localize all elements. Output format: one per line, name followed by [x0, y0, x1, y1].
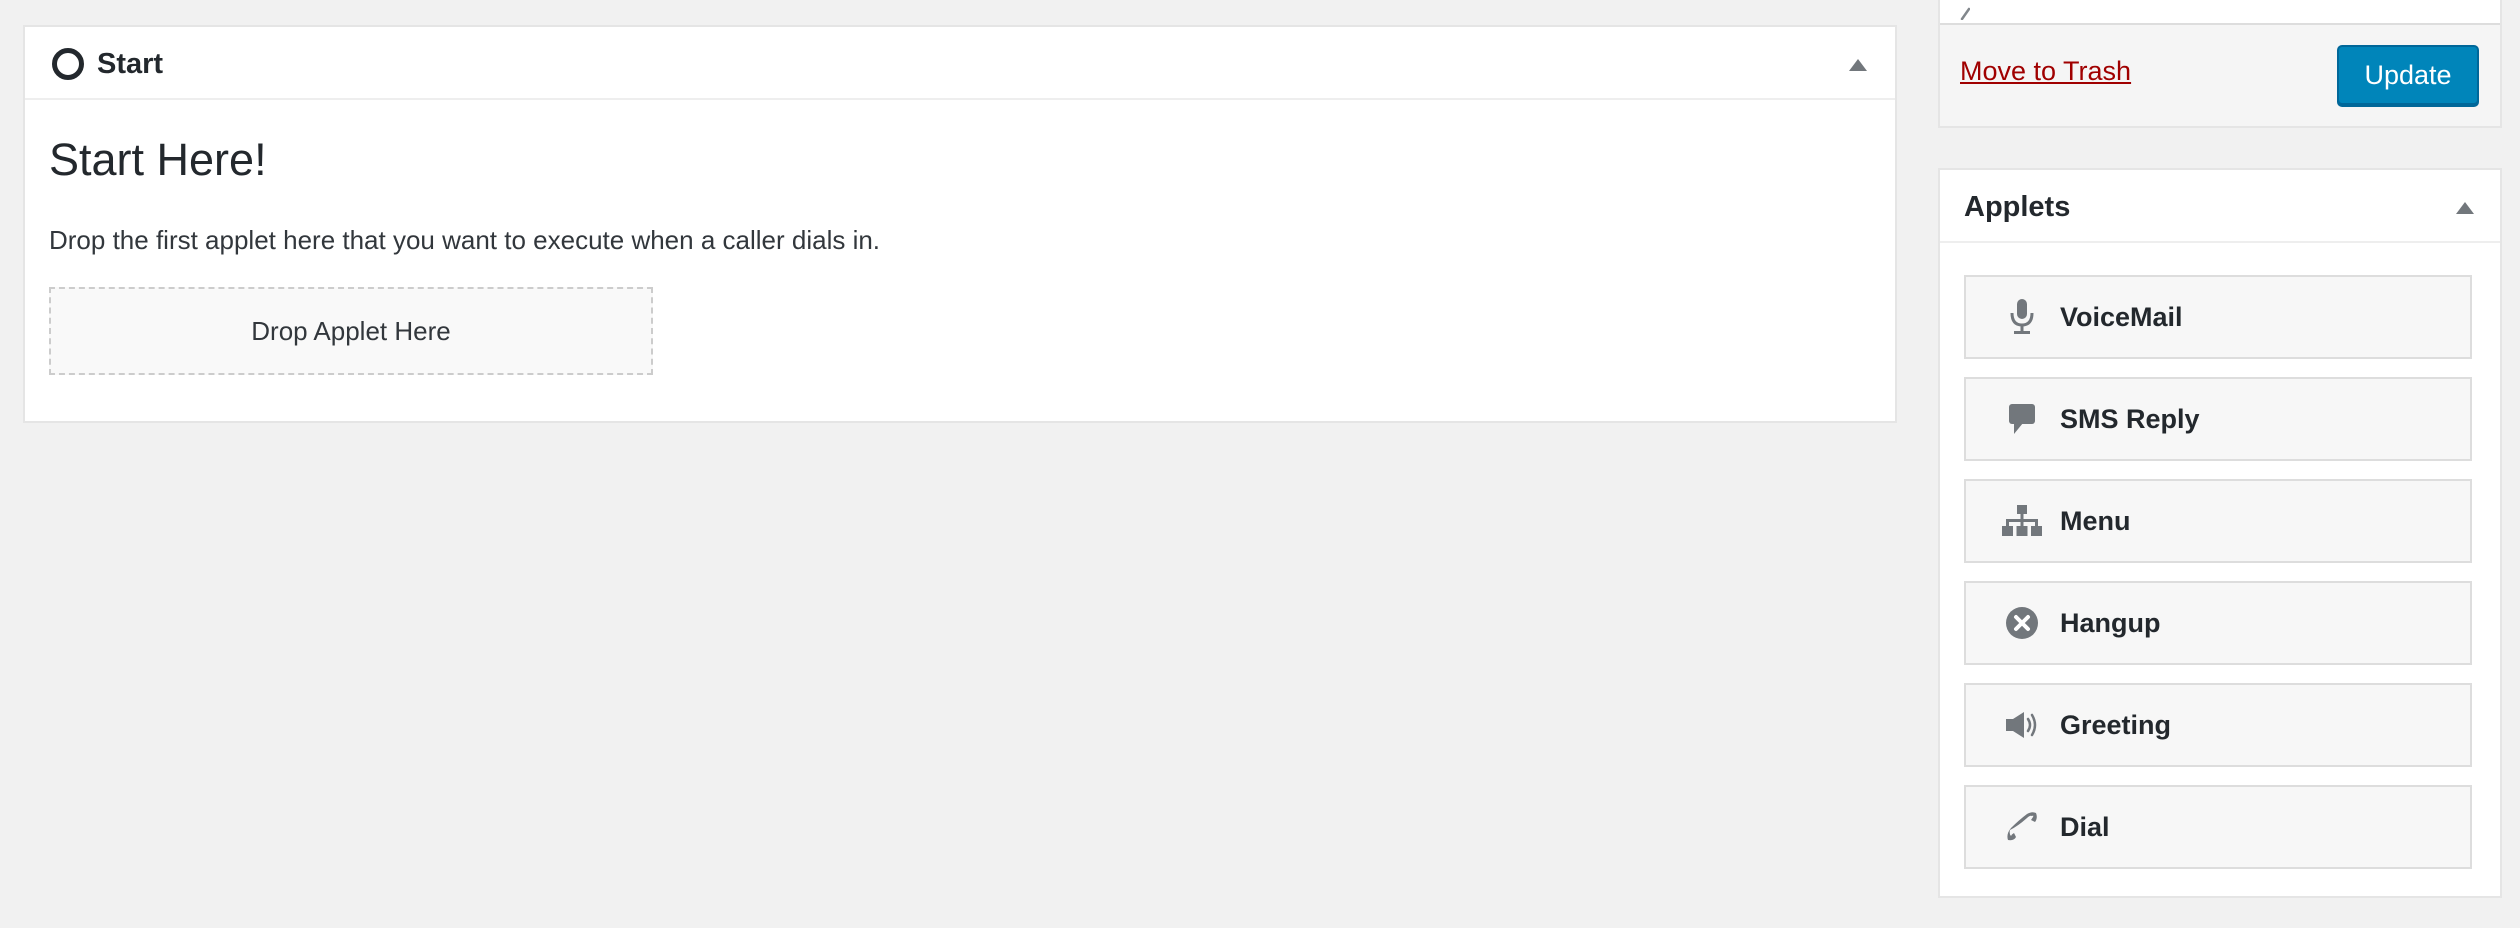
start-panel-header[interactable]: Start [25, 27, 1895, 100]
collapse-arrow-icon[interactable] [2456, 202, 2474, 214]
phone-icon [2002, 807, 2042, 847]
drop-zone-label: Drop Applet Here [251, 315, 451, 346]
applet-label: VoiceMail [2060, 302, 2183, 332]
start-panel-title: Start [97, 48, 164, 80]
pencil-icon [1960, 7, 1970, 20]
applet-drop-zone[interactable]: Drop Applet Here [49, 287, 653, 375]
applet-voicemail[interactable]: VoiceMail [1964, 275, 2472, 359]
applet-label: SMS Reply [2060, 404, 2200, 434]
close-circle-icon [2002, 603, 2042, 643]
applet-label: Menu [2060, 506, 2131, 536]
publish-panel-top [1940, 0, 2500, 25]
applet-label: Greeting [2060, 710, 2172, 740]
publish-panel: Move to Trash Update [1938, 0, 2502, 128]
applets-panel-header[interactable]: Applets [1940, 170, 2500, 243]
update-button[interactable]: Update [2337, 45, 2479, 105]
start-heading: Start Here! [49, 134, 267, 185]
speech-bubble-icon [2002, 399, 2042, 439]
move-to-trash-link[interactable]: Move to Trash [1960, 56, 2131, 87]
start-description: Drop the first applet here that you want… [49, 225, 881, 255]
sitemap-icon [2002, 501, 2042, 541]
applet-label: Hangup [2060, 608, 2161, 638]
applets-panel: Applets VoiceMail SMS Reply Menu Hangup … [1938, 168, 2502, 898]
microphone-icon [2002, 297, 2042, 337]
applet-hangup[interactable]: Hangup [1964, 581, 2472, 665]
applets-panel-title: Applets [1964, 191, 2071, 223]
applet-greeting[interactable]: Greeting [1964, 683, 2472, 767]
megaphone-icon [2002, 705, 2042, 745]
applet-menu[interactable]: Menu [1964, 479, 2472, 563]
applet-label: Dial [2060, 812, 2110, 842]
collapse-arrow-icon[interactable] [1849, 59, 1867, 71]
start-circle-icon [52, 48, 84, 80]
applet-sms-reply[interactable]: SMS Reply [1964, 377, 2472, 461]
applet-dial[interactable]: Dial [1964, 785, 2472, 869]
applet-list: VoiceMail SMS Reply Menu Hangup Greeting… [1964, 275, 2472, 887]
start-panel: Start Start Here! Drop the first applet … [23, 25, 1897, 423]
